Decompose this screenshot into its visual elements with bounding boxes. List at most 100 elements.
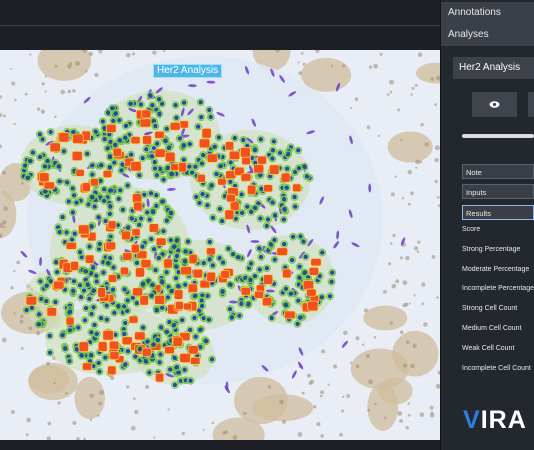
negative-cell: [181, 142, 187, 148]
negative-cell: [270, 148, 276, 153]
negative-cell: [60, 214, 65, 220]
analyses-section-header[interactable]: Analyses: [441, 24, 534, 46]
negative-cell: [248, 261, 254, 266]
background-nucleus: [45, 361, 51, 366]
negative-cell: [117, 118, 122, 123]
background-nucleus: [436, 296, 439, 299]
strong-cell: [246, 184, 257, 195]
inputs-field[interactable]: Inputs: [462, 184, 534, 199]
negative-cell: [159, 279, 165, 284]
roi-label[interactable]: Her2 Analysis: [153, 64, 223, 78]
negative-cell: [72, 231, 77, 236]
result-label-medium-cell-count: Medium Cell Count: [462, 325, 522, 332]
strong-cell: [261, 296, 273, 307]
background-nucleus: [65, 391, 68, 395]
negative-cell: [158, 325, 164, 330]
strong-cell: [97, 341, 108, 352]
negative-cell: [284, 185, 290, 190]
strong-cell: [128, 315, 139, 324]
negative-cell: [164, 218, 169, 223]
background-nucleus: [412, 343, 417, 349]
negative-cell: [57, 179, 62, 184]
negative-cell: [111, 118, 116, 123]
negative-cell: [271, 139, 277, 144]
background-nucleus: [419, 160, 423, 164]
negative-cell: [123, 362, 128, 367]
strong-cell: [164, 345, 175, 355]
analysis-select[interactable]: Her2 Analysis: [453, 57, 534, 79]
negative-cell: [148, 191, 154, 196]
annotations-section-header[interactable]: Annotations: [441, 2, 534, 24]
background-nucleus: [279, 399, 284, 405]
negative-cell: [232, 135, 238, 141]
negative-cell: [98, 315, 104, 321]
strong-cell: [119, 266, 129, 276]
negative-cell: [45, 158, 50, 163]
opacity-slider[interactable]: [462, 134, 534, 138]
background-nucleus: [402, 303, 407, 308]
background-nucleus: [414, 83, 418, 87]
background-nucleus: [407, 169, 413, 175]
background-nucleus: [391, 283, 397, 289]
background-nucleus: [349, 361, 353, 364]
negative-cell: [256, 246, 262, 251]
visibility-button[interactable]: [472, 92, 517, 117]
negative-cell: [136, 222, 142, 228]
negative-cell: [30, 150, 36, 155]
negative-cell: [92, 322, 97, 328]
negative-cell: [100, 119, 106, 124]
negative-cell: [169, 210, 174, 216]
background-nucleus: [320, 434, 325, 438]
negative-cell: [42, 164, 47, 169]
negative-cell: [81, 288, 87, 293]
negative-cell: [56, 164, 61, 169]
background-nucleus: [1, 337, 7, 343]
negative-cell: [140, 244, 145, 249]
negative-cell: [239, 301, 244, 307]
negative-cell: [28, 158, 33, 164]
background-nucleus: [389, 321, 394, 325]
strong-cell: [82, 362, 93, 371]
negative-cell: [71, 193, 77, 198]
negative-cell: [77, 249, 83, 255]
background-nucleus: [410, 93, 413, 96]
negative-cell: [36, 322, 41, 327]
background-nucleus: [88, 51, 93, 57]
negative-cell: [277, 150, 283, 156]
negative-cell: [113, 142, 118, 147]
background-nucleus: [10, 67, 13, 71]
background-nucleus: [389, 242, 393, 245]
negative-cell: [199, 115, 204, 120]
strong-cell: [280, 172, 291, 183]
background-nucleus: [410, 363, 415, 369]
note-field[interactable]: Note: [462, 164, 534, 179]
results-field[interactable]: Results: [462, 205, 534, 220]
negative-cell: [179, 317, 185, 323]
background-nucleus: [152, 50, 157, 55]
negative-cell: [258, 137, 263, 142]
background-nucleus: [397, 411, 403, 416]
background-nucleus: [25, 433, 29, 437]
negative-cell: [138, 216, 144, 221]
background-nucleus: [373, 335, 377, 339]
negative-cell: [117, 138, 122, 143]
negative-cell: [61, 149, 67, 154]
background-nucleus: [374, 402, 377, 406]
strong-cell: [77, 224, 90, 235]
negative-cell: [122, 287, 127, 292]
negative-cell: [198, 327, 203, 333]
slide-viewer[interactable]: [0, 50, 440, 440]
negative-cell: [128, 101, 133, 106]
strong-cell: [224, 141, 235, 151]
gland: [378, 377, 413, 405]
strong-cell: [192, 268, 204, 279]
negative-cell: [150, 282, 155, 288]
negative-cell: [101, 270, 106, 275]
tissue-image[interactable]: [0, 50, 440, 440]
negative-cell: [87, 296, 92, 301]
negative-cell: [71, 288, 76, 293]
negative-cell: [138, 102, 144, 107]
gland: [392, 330, 439, 377]
visibility-button-2[interactable]: [528, 92, 534, 117]
background-nucleus: [28, 326, 33, 331]
